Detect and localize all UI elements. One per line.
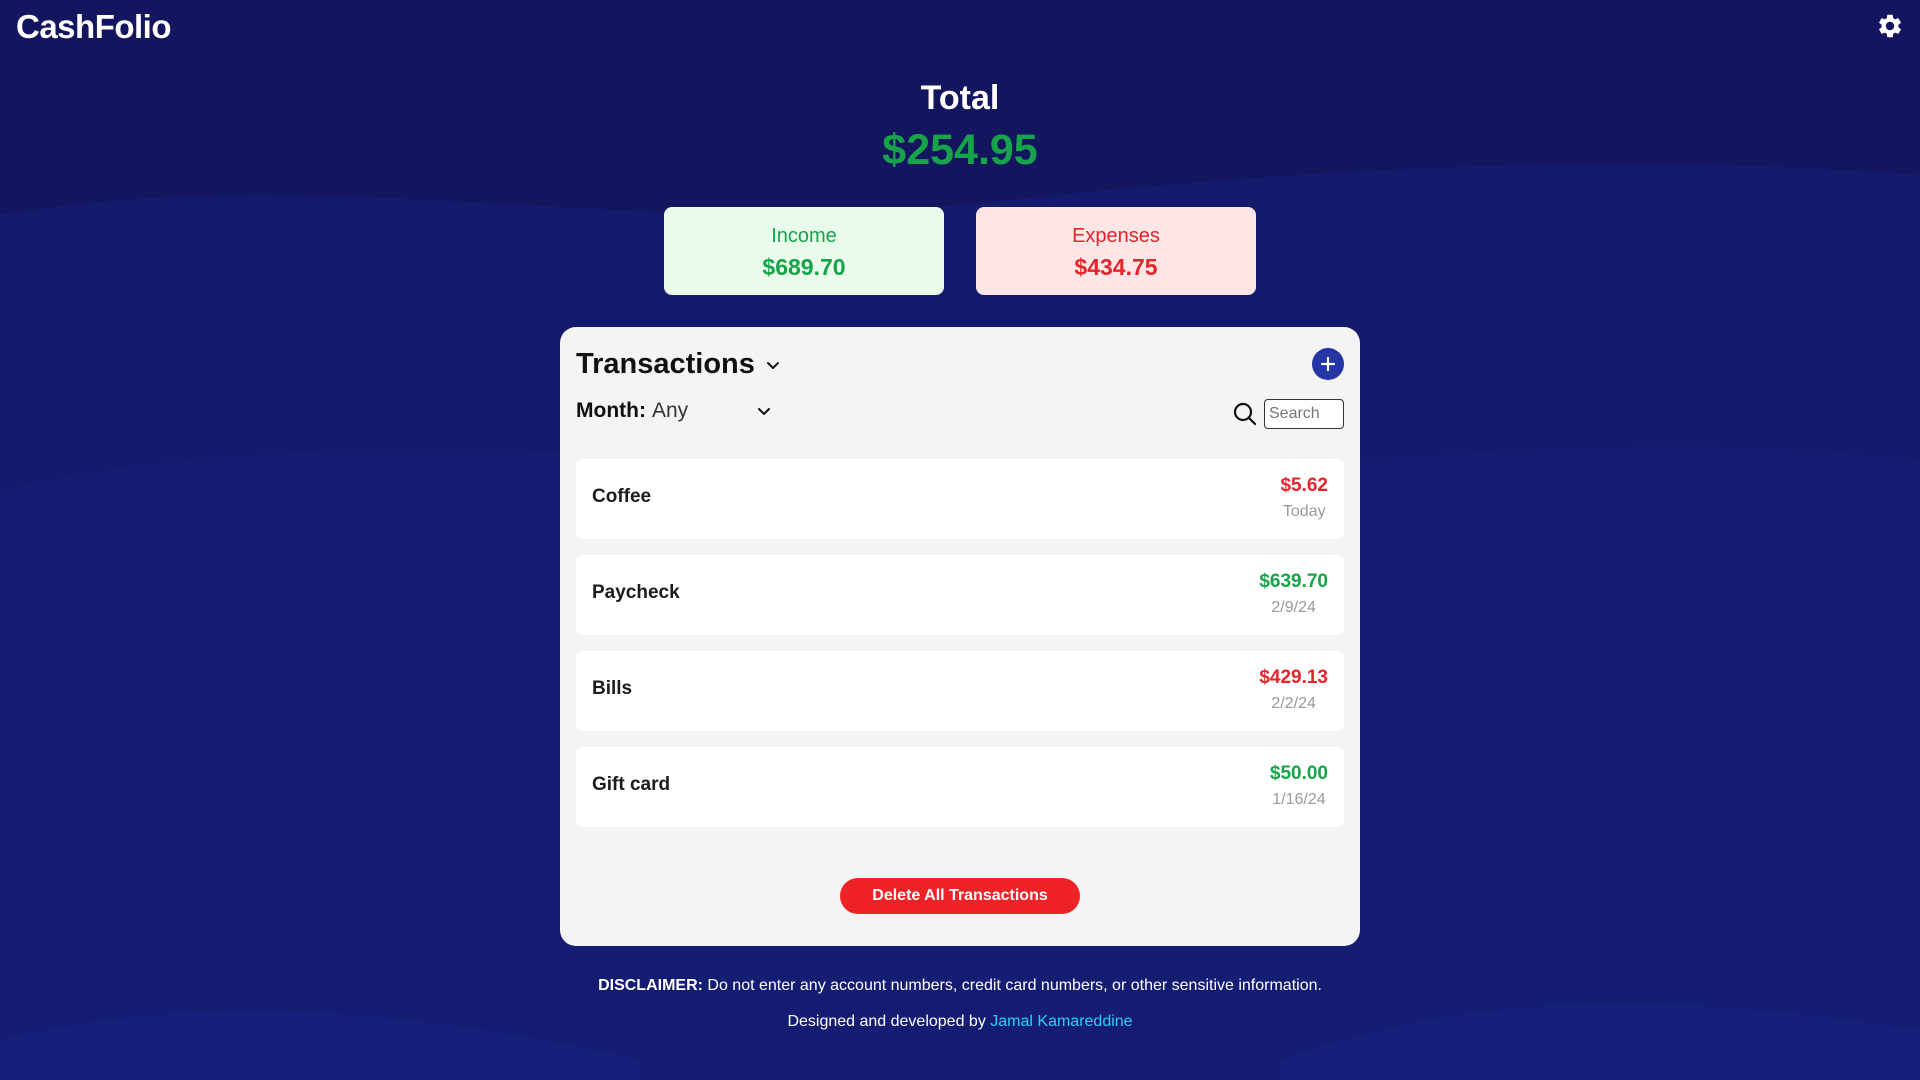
income-label: Income [771, 225, 837, 247]
transaction-row-paycheck[interactable]: Paycheck $639.70 2/9/24 [576, 555, 1344, 635]
app-title: CashFolio [16, 8, 172, 45]
add-transaction-button[interactable] [1312, 348, 1344, 380]
total-summary: Total $254.95 [0, 76, 1920, 178]
transaction-row-bills[interactable]: Bills $429.13 2/2/24 [576, 651, 1344, 731]
transaction-date: 2/2/24 [1271, 695, 1316, 712]
author-link[interactable]: Jamal Kamareddine [990, 1013, 1132, 1030]
transaction-name: Bills [592, 678, 633, 699]
chevron-down-icon [766, 361, 779, 369]
month-label: Month: [576, 399, 646, 422]
transaction-row-coffee[interactable]: Coffee $5.62 Today [576, 459, 1344, 539]
footer: DISCLAIMER: Do not enter any account num… [0, 976, 1920, 1048]
chevron-down-icon [757, 408, 770, 415]
transaction-date: Today [1282, 503, 1326, 520]
transactions-panel: Transactions Month: Any Search Coffee $5… [560, 327, 1360, 946]
transaction-meta: $429.13 2/2/24 [1259, 665, 1328, 715]
total-label: Total [920, 79, 1000, 117]
transaction-list: Coffee $5.62 Today Paycheck $639.70 2/9/… [576, 459, 1344, 827]
transaction-amount: $50.00 [1269, 763, 1328, 784]
transaction-amount: $639.70 [1259, 571, 1328, 592]
search-icon[interactable] [1232, 401, 1258, 427]
transaction-date: 1/16/24 [1272, 791, 1326, 808]
transaction-row-gift-card[interactable]: Gift card $50.00 1/16/24 [576, 747, 1344, 827]
income-card: Income $689.70 [664, 207, 944, 295]
transactions-header: Transactions [576, 327, 1344, 387]
transaction-name: Paycheck [592, 582, 680, 603]
month-select[interactable]: Any [652, 399, 772, 423]
credit: Designed and developed by Jamal Kamaredd… [0, 1012, 1920, 1032]
search-input[interactable] [1264, 399, 1344, 429]
total-value: $254.95 [882, 126, 1038, 174]
transactions-title: Transactions [576, 348, 755, 380]
transaction-meta: $5.62 Today [1280, 473, 1328, 523]
month-select-value: Any [651, 399, 689, 422]
summary-cards: Income $689.70 Expenses $434.75 [0, 207, 1920, 295]
plus-icon [1320, 356, 1336, 372]
delete-all-button[interactable]: Delete All Transactions [840, 878, 1080, 914]
income-value: $689.70 [762, 254, 846, 280]
transaction-date: 2/9/24 [1271, 599, 1316, 616]
gear-icon [1879, 14, 1901, 38]
transaction-amount: $429.13 [1259, 667, 1328, 688]
search-bar [1232, 399, 1344, 429]
transaction-meta: $50.00 1/16/24 [1270, 761, 1328, 811]
expenses-card: Expenses $434.75 [976, 207, 1256, 295]
transactions-title-toggle[interactable]: Transactions [576, 348, 781, 381]
transaction-amount: $5.62 [1280, 475, 1328, 496]
expenses-label: Expenses [1072, 225, 1160, 247]
disclaimer-text: Do not enter any account numbers, credit… [707, 977, 1322, 994]
transaction-meta: $639.70 2/9/24 [1259, 569, 1328, 619]
disclaimer-label: DISCLAIMER: [598, 977, 703, 994]
settings-button[interactable] [1876, 12, 1904, 40]
disclaimer: DISCLAIMER: Do not enter any account num… [0, 976, 1920, 996]
expenses-value: $434.75 [1074, 254, 1158, 280]
transaction-name: Gift card [592, 774, 671, 795]
month-filter: Month: Any [576, 399, 772, 423]
filter-row: Month: Any [576, 387, 1344, 437]
transaction-name: Coffee [592, 486, 652, 507]
credit-text: Designed and developed by [787, 1013, 986, 1030]
